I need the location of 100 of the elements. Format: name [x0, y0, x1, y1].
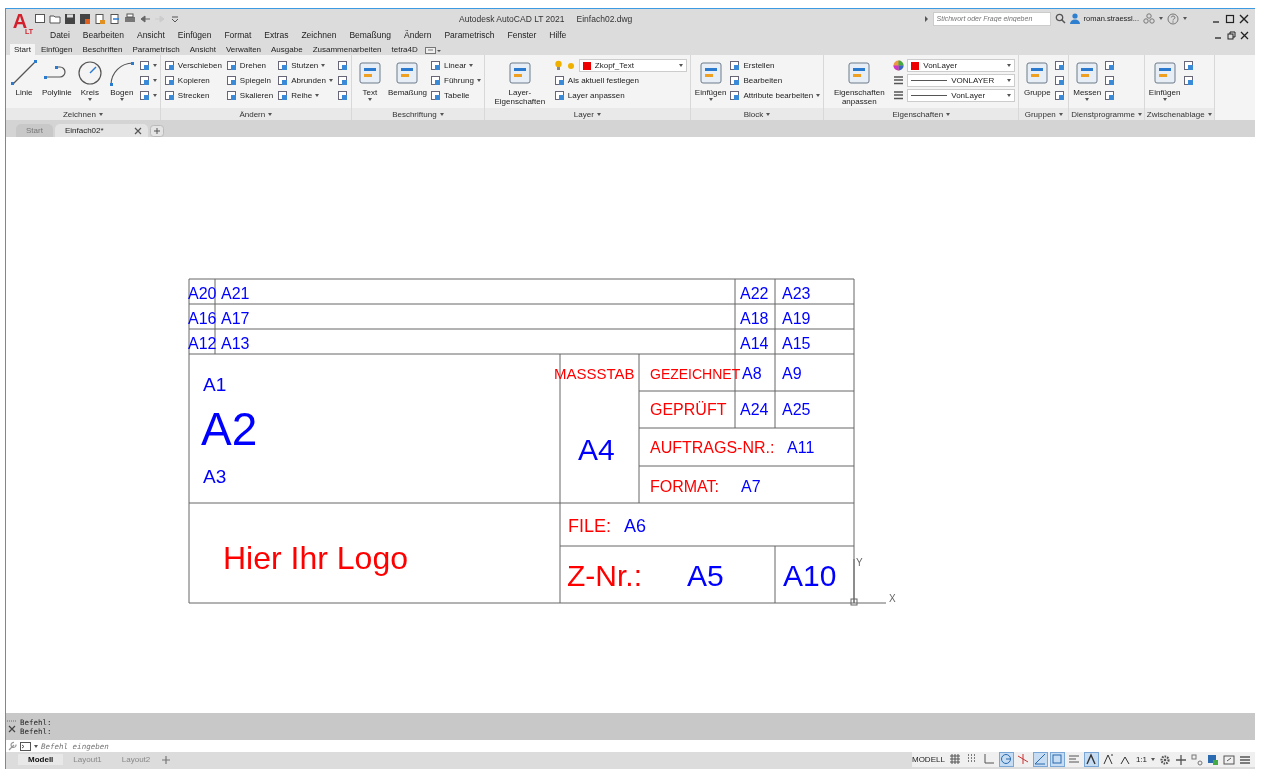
menu-item[interactable]: Ändern	[404, 30, 432, 40]
menu-item[interactable]: Format	[224, 30, 252, 40]
menu-icon[interactable]	[1239, 753, 1251, 766]
ribbon-button[interactable]: Text	[354, 58, 385, 108]
dropdown-field[interactable]: VONLAYER	[907, 74, 1016, 87]
caret-icon[interactable]	[87, 98, 92, 101]
close-icon[interactable]	[133, 126, 142, 135]
ribbon-button[interactable]: Einfügen	[693, 58, 728, 108]
menu-item[interactable]: Fenster	[507, 30, 537, 40]
caret-icon[interactable]	[1007, 94, 1012, 97]
caret-icon[interactable]	[315, 94, 320, 97]
ribbon-button[interactable]: Skalieren	[225, 88, 274, 103]
caret-icon[interactable]	[98, 112, 103, 116]
caret-icon[interactable]	[596, 112, 601, 116]
tool-button[interactable]	[1054, 88, 1066, 103]
ribbon-button[interactable]: Reihe	[277, 88, 333, 103]
caret-icon[interactable]	[439, 112, 444, 116]
caret-icon[interactable]	[476, 79, 481, 82]
ribbon-tab[interactable]: Einfügen	[36, 44, 77, 55]
tool-button[interactable]	[138, 88, 157, 103]
grip-icon[interactable]	[7, 720, 17, 723]
ribbon-tab[interactable]: Ansicht	[185, 44, 220, 55]
caret-icon[interactable]	[1085, 98, 1090, 101]
ribbon-tab[interactable]: Zusammenarbeiten	[308, 44, 386, 55]
ribbon-button[interactable]: Tabelle	[430, 88, 481, 103]
caret-icon[interactable]	[1007, 79, 1012, 82]
open-folder-icon[interactable]	[49, 12, 61, 25]
file-tab[interactable]: Einfach02*	[54, 124, 148, 137]
ribbon-button[interactable]: Abrunden	[277, 73, 333, 88]
new-tab-icon[interactable]	[149, 125, 164, 137]
caret-icon[interactable]	[469, 64, 474, 67]
tool-button[interactable]	[1104, 58, 1116, 73]
ribbon-button[interactable]: Führung	[430, 73, 481, 88]
layout-tab[interactable]: Modell	[18, 754, 64, 765]
ribbon-button[interactable]: Bemaßung	[386, 58, 429, 108]
ribbon-button[interactable]: Messen	[1072, 58, 1103, 108]
gear-icon[interactable]	[1159, 753, 1171, 766]
isodraft-icon[interactable]	[1016, 753, 1030, 766]
ribbon-button[interactable]: Attribute bearbeiten	[729, 88, 821, 103]
grid-icon[interactable]	[948, 753, 962, 766]
ribbon-button[interactable]: Einfügen	[1147, 58, 1182, 108]
caret-icon[interactable]	[946, 112, 951, 116]
tool-button[interactable]	[336, 88, 348, 103]
caret-icon[interactable]	[1207, 112, 1212, 116]
ribbon-button[interactable]: Kreis	[74, 58, 105, 108]
ribbon-button[interactable]: Erstellen	[729, 58, 821, 73]
menu-item[interactable]: Zeichnen	[301, 30, 337, 40]
caret-icon[interactable]	[328, 79, 333, 82]
ribbon-button[interactable]: Verschieben	[163, 58, 222, 73]
print-icon[interactable]	[124, 12, 136, 25]
panel-title[interactable]: Block	[690, 108, 824, 120]
ribbon-button[interactable]: Als aktuell festlegen	[553, 73, 687, 88]
close-icon[interactable]	[8, 725, 16, 733]
menu-item[interactable]: Bemaßung	[349, 30, 391, 40]
panel-title[interactable]: Beschriftung	[351, 108, 484, 120]
ribbon-button[interactable]: Bogen	[106, 58, 137, 108]
caret-icon[interactable]	[367, 98, 372, 101]
menu-item[interactable]: Datei	[50, 30, 70, 40]
ribbon-button[interactable]: Linie	[9, 58, 39, 108]
dropdown-field[interactable]: Zkopf_Text	[578, 59, 687, 72]
panel-toggle-icon[interactable]	[423, 45, 442, 55]
user-icon[interactable]	[1069, 13, 1080, 24]
tool-button[interactable]	[1054, 73, 1066, 88]
close-icon[interactable]	[1239, 13, 1249, 24]
caret-icon[interactable]	[321, 64, 326, 67]
menu-item[interactable]: Extras	[264, 30, 289, 40]
dropdown-field[interactable]: VonLayer	[907, 89, 1016, 102]
fullscreen-icon[interactable]	[1223, 753, 1235, 766]
tool-button[interactable]	[138, 58, 157, 73]
caret-icon[interactable]	[34, 744, 38, 748]
isolate-icon[interactable]	[1191, 753, 1203, 766]
menu-item[interactable]: Einfügen	[177, 30, 212, 40]
ribbon-button[interactable]: Kopieren	[163, 73, 222, 88]
ribbon-button[interactable]: Linear	[430, 58, 481, 73]
caret-icon[interactable]	[268, 112, 273, 116]
ribbon-button[interactable]: Layer-Eigenschaften	[487, 58, 552, 108]
caret-icon[interactable]	[766, 112, 771, 116]
expand-arrow-icon[interactable]	[923, 14, 929, 23]
caret-icon[interactable]	[1007, 64, 1012, 67]
panel-title[interactable]: Layer	[484, 108, 690, 120]
restore-icon[interactable]	[1227, 30, 1236, 40]
caret-icon[interactable]	[816, 94, 821, 97]
tool-button[interactable]	[1054, 58, 1066, 73]
ribbon-button[interactable]: Strecken	[163, 88, 222, 103]
ribbon-button[interactable]: Bearbeiten	[729, 73, 821, 88]
panel-title[interactable]: Zeichnen	[6, 108, 160, 120]
tool-button[interactable]	[1104, 73, 1116, 88]
tool-button[interactable]	[138, 73, 157, 88]
ribbon-button[interactable]: Drehen	[225, 58, 274, 73]
ribbon-button[interactable]: Spiegeln	[225, 73, 274, 88]
plus-icon[interactable]	[1175, 753, 1187, 766]
ribbon-tab[interactable]: Ausgabe	[267, 44, 307, 55]
panel-title[interactable]: Eigenschaften	[824, 108, 1019, 120]
polar-tracking-icon[interactable]	[999, 753, 1013, 766]
close-icon[interactable]	[1240, 30, 1249, 40]
panel-title[interactable]: Zwischenablage	[1144, 108, 1214, 120]
search-icon[interactable]	[1054, 13, 1066, 24]
ribbon-button[interactable]: Gruppe	[1022, 58, 1053, 108]
caret-icon[interactable]	[1151, 758, 1155, 761]
tool-button[interactable]	[336, 73, 348, 88]
